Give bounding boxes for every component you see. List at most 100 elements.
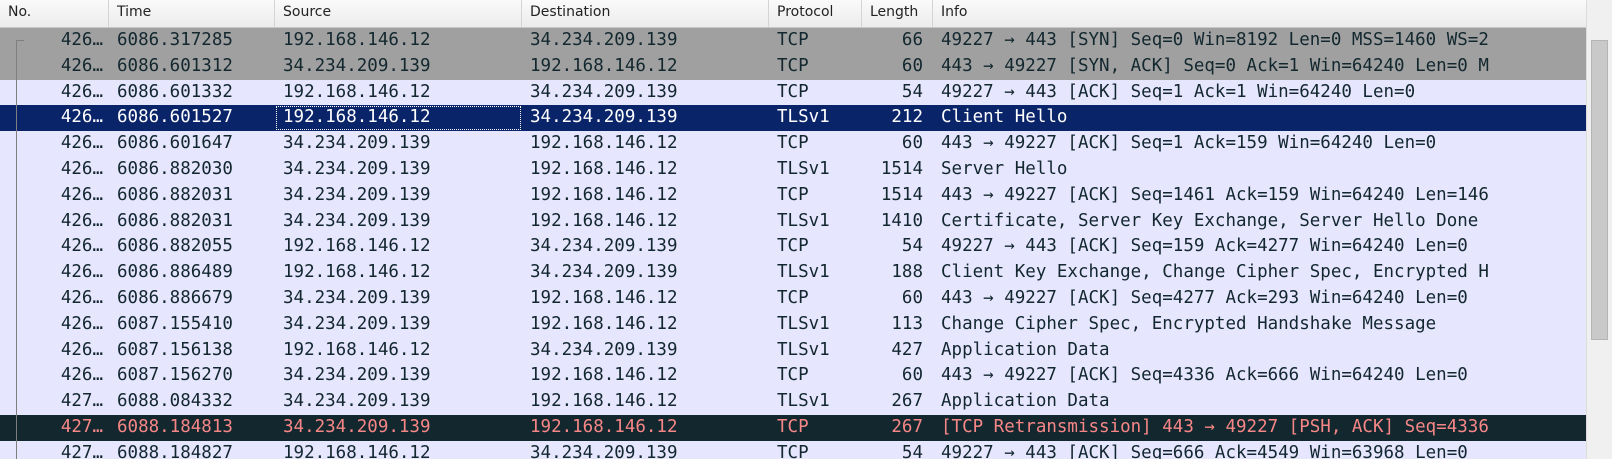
packet-length: 60 [901,365,923,386]
column-header-length[interactable]: Length [862,0,933,27]
packet-time: 6086.882055 [117,236,233,257]
packet-time: 6086.601332 [117,81,233,102]
packet-source: 192.168.146.12 [283,339,431,360]
packet-info: 443 → 49227 [SYN, ACK] Seq=0 Ack=1 Win=6… [941,55,1489,76]
packet-destination: 192.168.146.12 [530,55,678,76]
packet-info: Certificate, Server Key Exchange, Server… [941,210,1479,231]
packet-info: Application Data [941,339,1110,360]
packet-length: 1514 [880,158,923,179]
packet-source: 192.168.146.12 [283,262,431,283]
packet-protocol: TCP [777,416,809,437]
packet-destination: 34.234.209.139 [530,236,678,257]
packet-protocol: TLSv1 [777,107,830,128]
packet-row[interactable]: 426… 6086.882031 34.234.209.139 192.168.146… [0,182,1586,209]
packet-length: 212 [891,107,923,128]
packet-protocol: TCP [777,184,809,205]
packet-protocol: TCP [777,236,809,257]
packet-row[interactable]: 426… 6086.886679 34.234.209.139 192.168.146… [0,285,1586,312]
packet-time: 6087.156270 [117,365,233,386]
packet-destination: 192.168.146.12 [530,133,678,154]
column-header-protocol[interactable]: Protocol [769,0,862,27]
packet-length: 60 [901,287,923,308]
packet-source: 192.168.146.12 [275,105,522,131]
packet-row[interactable]: 426… 6086.601312 34.234.209.139 192.168.146… [0,53,1586,80]
packet-row[interactable]: 426… 6087.156138 192.168.146.12 34.234.209.… [0,337,1586,364]
packet-row[interactable]: 426… 6087.155410 34.234.209.139 192.168.146… [0,311,1586,338]
packet-destination: 192.168.146.12 [530,313,678,334]
packet-protocol: TCP [777,133,809,154]
column-header-bar: No. Time Source Destination Protocol Len… [0,0,1586,28]
packet-row[interactable]: 426… 6086.601332 192.168.146.12 34.234.209.… [0,79,1586,106]
packet-info: 49227 → 443 [ACK] Seq=159 Ack=4277 Win=6… [941,236,1468,257]
packet-row-selected[interactable]: 426… 6086.601527 192.168.146.12 34.234.209.… [0,105,1586,132]
packet-destination: 34.234.209.139 [530,30,678,50]
packet-row[interactable]: 427… 6088.184813 34.234.209.139 192.168.146… [0,414,1586,441]
packet-source: 34.234.209.139 [283,391,431,412]
packet-destination: 192.168.146.12 [530,184,678,205]
packet-protocol: TLSv1 [777,262,830,283]
packet-length: 1410 [880,210,923,231]
packet-protocol: TLSv1 [777,313,830,334]
column-header-no[interactable]: No. [0,0,109,27]
packet-length: 113 [891,313,923,334]
packet-source: 34.234.209.139 [283,133,431,154]
packet-info: Change Cipher Spec, Encrypted Handshake … [941,313,1437,334]
packet-time: 6086.882030 [117,158,233,179]
packet-source: 34.234.209.139 [283,313,431,334]
packet-list: 426… 6086.317285 192.168.146.12 34.234.209.… [0,28,1586,459]
column-header-source[interactable]: Source [275,0,522,27]
packet-length: 188 [891,262,923,283]
packet-length: 54 [901,236,923,257]
packet-length: 54 [901,442,923,459]
packet-info: [TCP Retransmission] 443 → 49227 [PSH, A… [941,416,1489,437]
vertical-scrollbar[interactable] [1586,0,1612,459]
packet-time: 6086.886489 [117,262,233,283]
packet-row[interactable]: 426… 6086.317285 192.168.146.12 34.234.209.… [0,28,1586,54]
packet-info: 49227 → 443 [SYN] Seq=0 Win=8192 Len=0 M… [941,30,1489,50]
conversation-bracket-icon [16,40,24,41]
packet-destination: 34.234.209.139 [530,339,678,360]
packet-destination: 192.168.146.12 [530,210,678,231]
packet-source: 34.234.209.139 [283,287,431,308]
packet-info: Application Data [941,391,1110,412]
packet-source: 34.234.209.139 [283,210,431,231]
packet-row[interactable]: 426… 6086.882030 34.234.209.139 192.168.146… [0,156,1586,183]
packet-protocol: TCP [777,287,809,308]
packet-time: 6086.601527 [117,107,233,128]
packet-protocol: TCP [777,55,809,76]
packet-info: Server Hello [941,158,1068,179]
column-header-time[interactable]: Time [109,0,275,27]
packet-source: 34.234.209.139 [283,158,431,179]
packet-length: 267 [891,416,923,437]
scrollbar-thumb[interactable] [1591,40,1608,340]
column-header-info[interactable]: Info [933,0,1586,27]
packet-length: 66 [901,30,923,50]
packet-time: 6087.155410 [117,313,233,334]
packet-destination: 192.168.146.12 [530,287,678,308]
packet-info: 443 → 49227 [ACK] Seq=1461 Ack=159 Win=6… [941,184,1489,205]
packet-row[interactable]: 427… 6088.084332 34.234.209.139 192.168.146… [0,389,1586,415]
packet-info: 443 → 49227 [ACK] Seq=1 Ack=159 Win=6424… [941,133,1437,154]
packet-source: 34.234.209.139 [283,365,431,386]
packet-source: 192.168.146.12 [283,236,431,257]
packet-row[interactable]: 426… 6087.156270 34.234.209.139 192.168.146… [0,363,1586,390]
packet-protocol: TCP [777,81,809,102]
packet-row[interactable]: 427… 6088.184827 192.168.146.12 34.234.209.… [0,440,1586,459]
packet-destination: 34.234.209.139 [530,442,678,459]
packet-destination: 192.168.146.12 [530,365,678,386]
packet-info: 49227 → 443 [ACK] Seq=666 Ack=4549 Win=6… [941,442,1468,459]
packet-time: 6086.886679 [117,287,233,308]
packet-protocol: TLSv1 [777,391,830,412]
packet-row[interactable]: 426… 6086.882031 34.234.209.139 192.168.146… [0,208,1586,235]
packet-row[interactable]: 426… 6086.601647 34.234.209.139 192.168.146… [0,131,1586,157]
packet-time: 6088.184813 [117,416,233,437]
packet-time: 6088.084332 [117,391,233,412]
packet-row[interactable]: 426… 6086.882055 192.168.146.12 34.234.209.… [0,234,1586,261]
packet-info: 49227 → 443 [ACK] Seq=1 Ack=1 Win=64240 … [941,81,1416,102]
column-header-destination[interactable]: Destination [522,0,769,27]
packet-list-pane: No. Time Source Destination Protocol Len… [0,0,1612,459]
packet-length: 267 [891,391,923,412]
packet-destination: 192.168.146.12 [530,391,678,412]
packet-source: 34.234.209.139 [283,184,431,205]
packet-row[interactable]: 426… 6086.886489 192.168.146.12 34.234.209.… [0,260,1586,286]
